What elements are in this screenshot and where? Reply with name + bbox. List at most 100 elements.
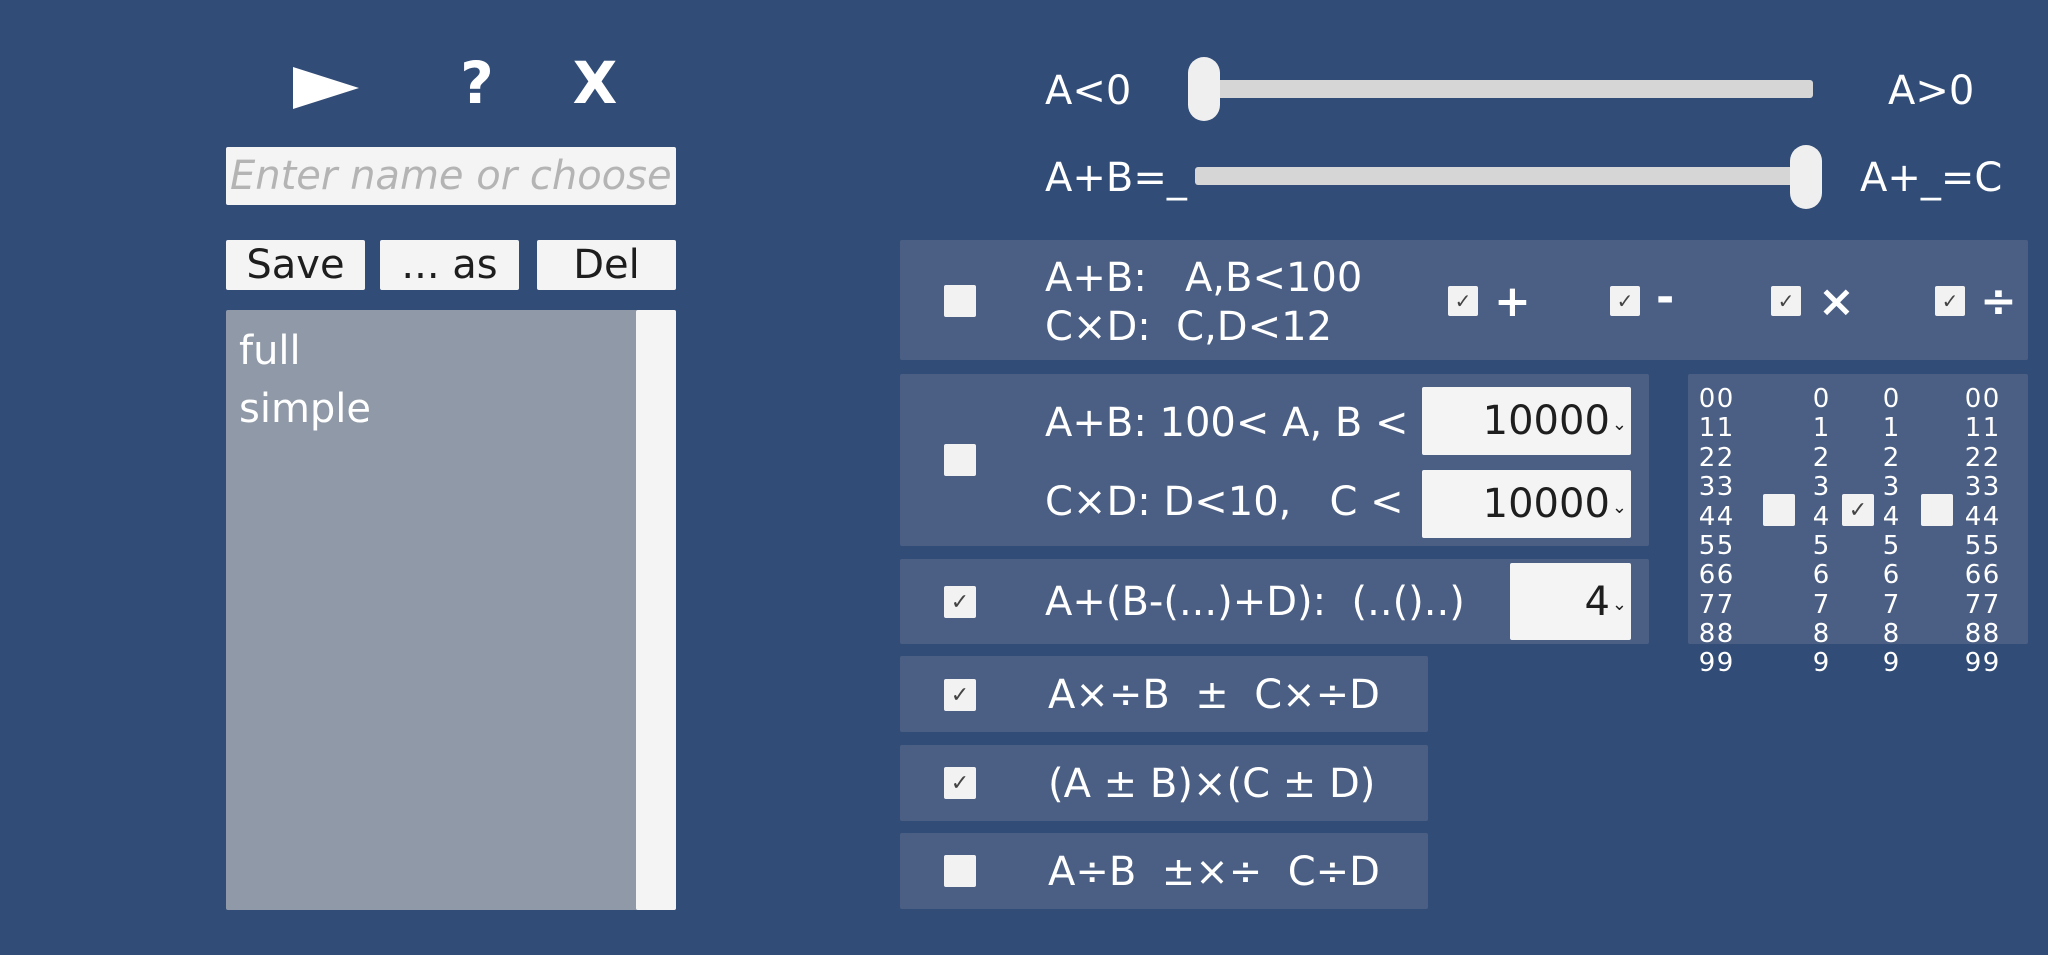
- digit-label: 4: [1882, 501, 1900, 532]
- digit-label: 2: [1698, 442, 1716, 473]
- op-plus-symbol: +: [1494, 276, 1531, 327]
- digit-label: 8: [1964, 619, 1982, 649]
- digit-column: 0123456789: [1698, 384, 1716, 679]
- dropdown-value: 10000: [1482, 481, 1610, 527]
- digit-label: 6: [1982, 560, 2000, 591]
- digit-label: 5: [1982, 530, 2000, 561]
- op-minus-checkbox[interactable]: ✓: [1610, 286, 1640, 316]
- large-sum-limit-dropdown[interactable]: 10000 ⌄: [1422, 387, 1631, 455]
- digit-column: 0123456789: [1716, 384, 1734, 679]
- digit-label: 1: [1982, 413, 2000, 444]
- digit-label: 2: [1716, 442, 1734, 473]
- digit-label: 1: [1716, 413, 1734, 444]
- digit-label: 0: [1882, 384, 1900, 414]
- list-item[interactable]: simple: [239, 386, 371, 432]
- digit-label: 4: [1964, 501, 1982, 532]
- digit-label: 2: [1964, 442, 1982, 473]
- save-button[interactable]: Save: [226, 240, 365, 290]
- option-divisions-label: A÷B ±×÷ C÷D: [1048, 849, 1380, 895]
- digit-label: 9: [1812, 648, 1830, 679]
- check-icon: ✓: [1616, 289, 1634, 313]
- digit-label: 9: [1964, 648, 1982, 679]
- check-icon: ✓: [1777, 289, 1795, 313]
- slider-sign-handle[interactable]: [1188, 57, 1220, 121]
- digit-label: 4: [1698, 501, 1716, 532]
- digit-label: 5: [1698, 530, 1716, 561]
- digit-label: 3: [1882, 472, 1900, 503]
- check-icon: ✓: [1454, 289, 1472, 313]
- digit-column: 0123456789: [1812, 384, 1830, 679]
- digit-label: 2: [1982, 442, 2000, 473]
- help-button[interactable]: ?: [450, 54, 504, 112]
- check-icon: ✓: [950, 770, 970, 796]
- slider-unknown-handle[interactable]: [1790, 145, 1822, 209]
- digit-label: 4: [1716, 501, 1734, 532]
- bracket-depth-dropdown[interactable]: 4 ⌄: [1510, 563, 1631, 640]
- digit-label: 6: [1716, 560, 1734, 591]
- option-basic-checkbox[interactable]: [944, 285, 976, 317]
- option-product-sums-checkbox[interactable]: ✓: [944, 767, 976, 799]
- play-button[interactable]: [293, 67, 359, 109]
- chevron-down-icon: ⌄: [1611, 413, 1627, 435]
- digit-label: 5: [1716, 530, 1734, 561]
- check-icon: ✓: [950, 589, 970, 615]
- digit-label: 8: [1882, 619, 1900, 649]
- digit-label: 9: [1982, 648, 2000, 679]
- digit-label: 3: [1812, 472, 1830, 503]
- option-muldiv-label: A×÷B ± C×÷D: [1048, 672, 1380, 718]
- digit-label: 1: [1964, 413, 1982, 444]
- digit-label: 8: [1812, 619, 1830, 649]
- digit-column: 0123456789: [1882, 384, 1900, 679]
- check-icon: ✓: [950, 682, 970, 708]
- digit-label: 0: [1812, 384, 1830, 414]
- option-large-checkbox[interactable]: [944, 444, 976, 476]
- digit-column: 0123456789: [1982, 384, 2000, 679]
- digit-label: 4: [1982, 501, 2000, 532]
- digit-label: 2: [1812, 442, 1830, 473]
- slider-unknown-right-label: A+_=C: [1860, 155, 2003, 201]
- digit-label: 9: [1882, 648, 1900, 679]
- slider-sign-left-label: A<0: [1045, 68, 1132, 114]
- digit-label: 0: [1982, 384, 2000, 414]
- slider-unknown-track[interactable]: [1195, 167, 1805, 185]
- digit-label: 7: [1882, 589, 1900, 620]
- save-as-button[interactable]: ... as: [380, 240, 519, 290]
- digit-label: 0: [1964, 384, 1982, 414]
- delete-button[interactable]: Del: [537, 240, 676, 290]
- close-button[interactable]: X: [565, 54, 625, 112]
- op-multiply-symbol: ×: [1818, 276, 1855, 327]
- op-divide-checkbox[interactable]: ✓: [1935, 286, 1965, 316]
- digit-label: 7: [1716, 589, 1734, 620]
- preset-name-input[interactable]: [226, 147, 676, 205]
- digit-label: 6: [1812, 560, 1830, 591]
- list-scrollbar[interactable]: [636, 310, 676, 910]
- digit-label: 8: [1716, 619, 1734, 649]
- slider-sign-track[interactable]: [1200, 80, 1813, 98]
- digit-label: 7: [1812, 589, 1830, 620]
- digit-label: 9: [1698, 648, 1716, 679]
- op-divide-symbol: ÷: [1980, 276, 2017, 327]
- list-item[interactable]: full: [239, 328, 301, 374]
- op-minus-symbol: -: [1656, 272, 1675, 323]
- digit-label: 5: [1964, 530, 1982, 561]
- dropdown-value: 4: [1584, 578, 1610, 625]
- op-multiply-checkbox[interactable]: ✓: [1771, 286, 1801, 316]
- digit-group-2-checkbox[interactable]: ✓: [1842, 494, 1874, 526]
- digit-label: 0: [1698, 384, 1716, 414]
- option-divisions-checkbox[interactable]: [944, 855, 976, 887]
- check-icon: ✓: [1941, 289, 1959, 313]
- option-large-line2: C×D: D<10, C <: [1045, 479, 1404, 525]
- digit-label: 3: [1716, 472, 1734, 503]
- digit-group-3-checkbox[interactable]: [1921, 494, 1953, 526]
- option-large-line1: A+B: 100< A, B <: [1045, 400, 1409, 446]
- option-brackets-checkbox[interactable]: ✓: [944, 586, 976, 618]
- digit-label: 6: [1698, 560, 1716, 591]
- digit-label: 6: [1964, 560, 1982, 591]
- check-icon: ✓: [1848, 497, 1868, 523]
- digit-label: 1: [1882, 413, 1900, 444]
- digit-label: 7: [1698, 589, 1716, 620]
- option-muldiv-checkbox[interactable]: ✓: [944, 679, 976, 711]
- large-product-limit-dropdown[interactable]: 10000 ⌄: [1422, 470, 1631, 538]
- op-plus-checkbox[interactable]: ✓: [1448, 286, 1478, 316]
- digit-group-1-checkbox[interactable]: [1763, 494, 1795, 526]
